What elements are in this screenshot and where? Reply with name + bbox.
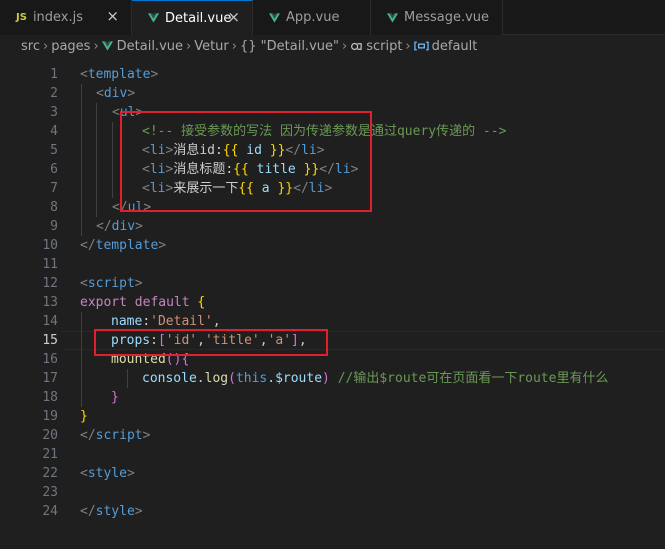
js-icon: JS bbox=[16, 12, 27, 23]
line-number: 22 bbox=[42, 466, 58, 481]
tab-message-vue[interactable]: Message.vue bbox=[371, 0, 503, 35]
symbol-variable-icon bbox=[413, 41, 429, 51]
line-number: 11 bbox=[42, 257, 58, 272]
code-line-1: <template> bbox=[80, 67, 159, 82]
tab-app-vue[interactable]: App.vue bbox=[253, 0, 371, 35]
code-line-18: } bbox=[111, 390, 119, 405]
code-line-19: } bbox=[80, 409, 88, 424]
chevron-right-icon: › bbox=[186, 38, 192, 54]
code-line-20: </script> bbox=[80, 428, 151, 443]
code-line-10: </template> bbox=[80, 238, 167, 253]
breadcrumb-default-label: default bbox=[431, 38, 478, 54]
chevron-right-icon: › bbox=[42, 38, 49, 54]
line-number: 13 bbox=[42, 295, 58, 310]
breadcrumb-src[interactable]: src bbox=[21, 39, 40, 54]
line-number: 17 bbox=[42, 371, 58, 386]
line-number: 5 bbox=[50, 143, 58, 158]
code-editor[interactable]: 1 2 3 4 5 6 7 8 9 10 11 12 13 14 15 16 1… bbox=[0, 65, 665, 549]
line-number: 14 bbox=[42, 314, 58, 329]
code-line-12: <script> bbox=[80, 276, 143, 291]
code-line-13: export default { bbox=[80, 295, 206, 310]
line-number: 23 bbox=[42, 485, 58, 500]
line-number: 9 bbox=[50, 219, 58, 234]
line-number: 19 bbox=[42, 409, 58, 424]
vue-icon bbox=[269, 12, 280, 23]
tab-label: index.js bbox=[32, 10, 84, 25]
highlight-box-template bbox=[120, 111, 372, 212]
line-number: 12 bbox=[42, 276, 58, 291]
code-line-2: <div> bbox=[96, 86, 136, 101]
code-line-9: </div> bbox=[96, 219, 143, 234]
line-number: 7 bbox=[50, 181, 58, 196]
breadcrumb-script[interactable]: script bbox=[350, 39, 402, 54]
line-number: 8 bbox=[50, 200, 58, 215]
breadcrumb-vetur[interactable]: Vetur bbox=[194, 39, 229, 54]
code-line-22: <style> bbox=[80, 466, 135, 481]
line-number-current: 15 bbox=[42, 333, 58, 348]
vue-icon bbox=[387, 12, 398, 23]
highlight-box-props bbox=[94, 329, 328, 356]
line-number: 18 bbox=[42, 390, 58, 405]
line-number: 2 bbox=[50, 86, 58, 101]
indent-guide bbox=[81, 312, 82, 407]
indent-guide bbox=[112, 122, 113, 198]
code-line-17: console.log(this.$route) //输出$route可在页面看… bbox=[142, 371, 609, 386]
tab-detail-vue[interactable]: Detail.vue × bbox=[132, 0, 253, 35]
breadcrumb-default[interactable]: default bbox=[413, 38, 478, 54]
line-number: 10 bbox=[42, 238, 58, 253]
close-icon[interactable]: × bbox=[227, 10, 240, 25]
indent-guide bbox=[81, 84, 82, 236]
line-number: 21 bbox=[42, 447, 58, 462]
editor-tab-bar: JS index.js × Detail.vue × App.vue Messa… bbox=[0, 0, 665, 35]
indent-guide bbox=[96, 103, 97, 217]
tab-label: Detail.vue bbox=[165, 10, 232, 26]
code-line-24: </style> bbox=[80, 504, 143, 519]
line-number: 6 bbox=[50, 162, 58, 177]
line-number: 1 bbox=[50, 67, 58, 82]
breadcrumb-script-label: script bbox=[366, 38, 403, 54]
line-number: 16 bbox=[42, 352, 58, 367]
line-number: 20 bbox=[42, 428, 58, 443]
close-icon[interactable]: × bbox=[106, 9, 119, 24]
chevron-right-icon: › bbox=[341, 38, 348, 54]
vue-icon bbox=[148, 13, 159, 23]
indent-guide bbox=[127, 369, 128, 388]
line-number: 24 bbox=[42, 504, 58, 519]
tab-label: App.vue bbox=[286, 10, 340, 25]
line-number: 4 bbox=[50, 124, 58, 139]
breadcrumb-file[interactable]: Detail.vue bbox=[101, 38, 183, 54]
vue-icon bbox=[101, 41, 113, 51]
chevron-right-icon: › bbox=[231, 38, 237, 54]
tab-index-js[interactable]: JS index.js × bbox=[0, 0, 132, 35]
chevron-right-icon: › bbox=[405, 38, 411, 54]
line-number: 3 bbox=[50, 105, 58, 120]
symbol-module-icon bbox=[351, 42, 362, 50]
breadcrumb-pages[interactable]: pages bbox=[51, 39, 90, 54]
breadcrumb-module[interactable]: {} "Detail.vue" bbox=[240, 39, 339, 54]
breadcrumb-file-label: Detail.vue bbox=[116, 38, 183, 54]
chevron-right-icon: › bbox=[93, 38, 99, 54]
tab-label: Message.vue bbox=[404, 10, 490, 25]
breadcrumb: src › pages › Detail.vue › Vetur › {} "D… bbox=[0, 35, 665, 57]
